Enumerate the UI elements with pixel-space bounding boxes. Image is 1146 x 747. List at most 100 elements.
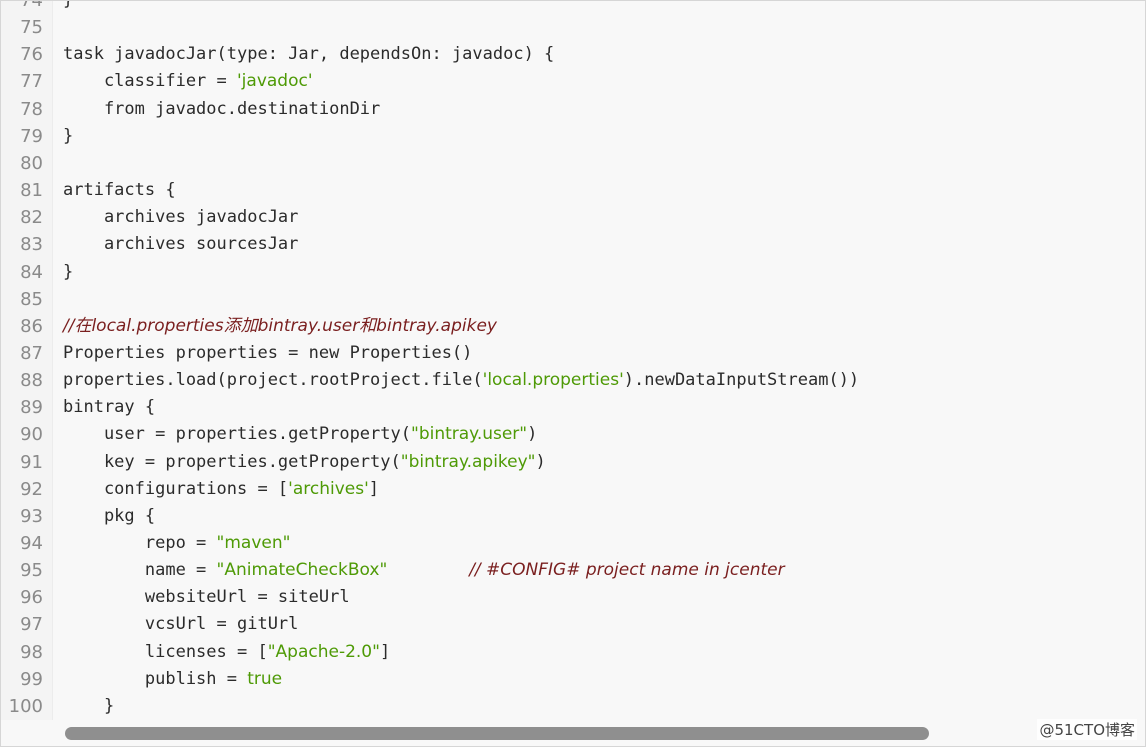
code-token: vcsUrl = gitUrl [63, 614, 299, 635]
code-line[interactable]: 99 publish = true [1, 666, 1145, 693]
horizontal-scrollbar-thumb[interactable] [65, 727, 929, 740]
code-line[interactable]: 95 name = "AnimateCheckBox" // #CONFIG# … [1, 557, 1145, 584]
code-token: ).newDataInputStream()) [623, 370, 860, 391]
code-text: classifier = 'javadoc' [63, 68, 313, 95]
line-number: 85 [20, 288, 43, 310]
code-token: properties.load(project.rootProject.file… [63, 370, 483, 391]
code-line[interactable]: 91 key = properties.getProperty("bintray… [1, 449, 1145, 476]
code-token: task javadocJar(type: Jar, dependsOn: ja… [63, 44, 555, 65]
code-token: archives sourcesJar [63, 234, 299, 255]
code-token: user = properties.getProperty( [63, 424, 411, 445]
line-number: 80 [20, 152, 43, 174]
line-number: 87 [20, 342, 43, 364]
code-text: } [63, 693, 114, 720]
code-line[interactable]: 88 properties.load(project.rootProject.fi… [1, 367, 1145, 394]
code-token: } [63, 695, 115, 716]
code-text: } [63, 123, 73, 150]
code-string: "bintray.user" [411, 424, 528, 445]
code-line[interactable]: 76 task javadocJar(type: Jar, dependsOn: … [1, 41, 1145, 68]
line-number: 100 [8, 695, 43, 717]
code-token: Properties properties = new Properties() [63, 342, 473, 363]
code-text: repo = "maven" [63, 530, 291, 557]
code-line[interactable]: 98 licenses = ["Apache-2.0"] [1, 639, 1145, 666]
line-number: 99 [20, 668, 43, 690]
code-line[interactable]: 81 artifacts { [1, 177, 1145, 204]
code-token: key = properties.getProperty( [63, 451, 401, 472]
code-line[interactable]: 100 } [1, 693, 1145, 720]
code-line[interactable]: 84} [1, 259, 1145, 286]
code-line[interactable]: 89 bintray { [1, 394, 1145, 421]
line-number: 83 [20, 234, 43, 256]
code-token: } [63, 261, 74, 282]
code-text: properties.load(project.rootProject.file… [63, 367, 859, 394]
code-line[interactable]: 74} [1, 0, 1145, 14]
code-token: ) [527, 424, 538, 445]
code-token: repo = [63, 533, 217, 553]
code-string: "bintray.apikey" [400, 451, 536, 472]
code-line[interactable]: 86 //在local.properties添加bintray.user和bint… [1, 313, 1145, 340]
code-token: websiteUrl = siteUrl [63, 587, 350, 608]
code-token: name = [63, 560, 217, 581]
line-number: 92 [20, 478, 43, 500]
code-text: publish = true [63, 666, 282, 693]
code-token: licenses = [ [63, 641, 268, 662]
line-number: 94 [20, 533, 43, 554]
code-text: configurations = ['archives'] [63, 476, 379, 503]
line-number: 95 [20, 560, 43, 582]
code-text: bintray { [63, 394, 155, 421]
code-line[interactable]: 80 [1, 150, 1145, 177]
code-line[interactable]: 97 vcsUrl = gitUrl [1, 611, 1145, 638]
line-number: 74 [20, 0, 43, 11]
code-string: 'local.properties' [482, 370, 624, 391]
line-number: 75 [20, 17, 43, 39]
code-text: licenses = ["Apache-2.0"] [63, 639, 390, 666]
code-text: archives sourcesJar [63, 231, 298, 258]
code-token: ) [535, 451, 546, 472]
code-line[interactable]: 92 configurations = ['archives'] [1, 476, 1145, 503]
code-text: websiteUrl = siteUrl [63, 584, 350, 611]
code-token: ] [368, 478, 380, 499]
line-number: 76 [20, 44, 43, 66]
code-text: vcsUrl = gitUrl [63, 611, 299, 638]
code-string: 'archives' [288, 478, 369, 499]
code-token: archives javadocJar [63, 207, 299, 228]
code-area[interactable]: 74} 75 76 task javadocJar(type: Jar, depend… [1, 1, 1145, 746]
code-comment: // #CONFIG# project name in jcenter [469, 560, 785, 581]
code-line[interactable]: 82 archives javadocJar [1, 204, 1145, 231]
code-text: name = "AnimateCheckBox" // #CONFIG# pro… [63, 557, 785, 584]
line-number: 98 [20, 641, 43, 663]
code-token: bintray { [63, 397, 156, 418]
line-number: 78 [20, 98, 43, 120]
code-line[interactable]: 93 pkg { [1, 503, 1145, 530]
line-number: 88 [20, 370, 43, 392]
line-number: 86 [20, 315, 43, 337]
code-text: task javadocJar(type: Jar, dependsOn: ja… [63, 41, 554, 68]
code-token: } [63, 125, 74, 146]
line-number: 93 [20, 505, 43, 527]
code-line[interactable]: 75 [1, 14, 1145, 41]
code-text: //在local.properties添加bintray.user和bintra… [63, 313, 497, 340]
code-line[interactable]: 79} [1, 123, 1145, 150]
code-line[interactable]: 77 classifier = 'javadoc' [1, 68, 1145, 95]
line-number: 84 [20, 261, 43, 283]
line-number: 79 [20, 125, 43, 147]
line-number: 90 [20, 424, 43, 446]
code-token: artifacts { [63, 180, 176, 201]
code-token: configurations = [ [63, 478, 289, 499]
code-line[interactable]: 85 [1, 286, 1145, 313]
line-number: 89 [20, 397, 43, 419]
code-line[interactable]: 94 repo = "maven" [1, 530, 1145, 557]
code-text: user = properties.getProperty("bintray.u… [63, 421, 537, 448]
code-comment: //在local.properties添加bintray.user和bintra… [63, 315, 497, 336]
code-line[interactable]: 83 archives sourcesJar [1, 231, 1145, 258]
code-text: key = properties.getProperty("bintray.ap… [63, 449, 546, 476]
code-editor[interactable]: 74} 75 76 task javadocJar(type: Jar, depend… [0, 0, 1146, 747]
code-line[interactable]: 90 user = properties.getProperty("bintra… [1, 421, 1145, 448]
code-line[interactable]: 87 Properties properties = new Properties… [1, 340, 1145, 367]
code-text: pkg { [63, 503, 155, 530]
line-number: 82 [20, 207, 43, 229]
code-line[interactable]: 78 from javadoc.destinationDir [1, 96, 1145, 123]
code-line[interactable]: 96 websiteUrl = siteUrl [1, 584, 1145, 611]
code-string: 'javadoc' [237, 71, 313, 92]
